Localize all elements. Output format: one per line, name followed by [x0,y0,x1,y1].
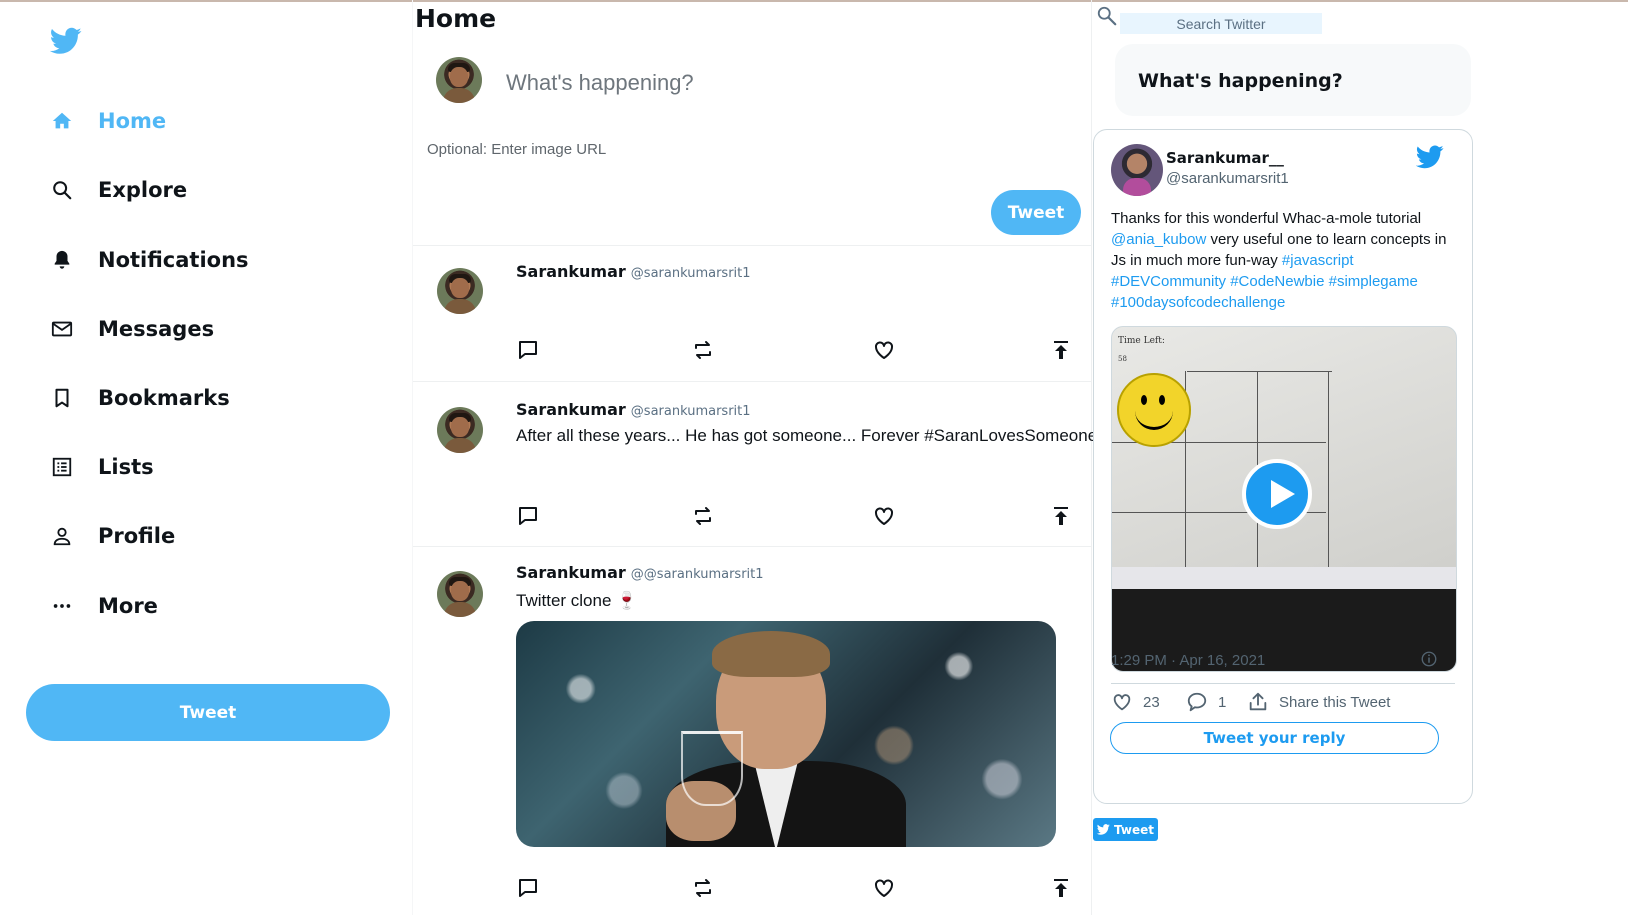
smiley-image [1117,373,1191,447]
sidebar-item-label: Notifications [98,248,249,272]
sidebar-item-label: Bookmarks [98,386,230,410]
tweet-share-button[interactable]: Tweet [1093,818,1158,841]
home-icon [50,109,74,133]
embed-tweet-text: Thanks for this wonderful Whac-a-mole tu… [1111,208,1451,313]
post: Sarankumar @sarankumarsrit1 After all th… [413,381,1097,547]
post-header: Sarankumar @sarankumarsrit1 [516,262,751,281]
embed-video[interactable]: Time Left: 58 [1111,326,1457,672]
feed: Home Tweet Sarankumar @sarankumarsrit1 S… [412,0,1097,915]
mention-link[interactable]: @ania_kubow [1111,231,1206,248]
sidebar-item-label: Messages [98,317,215,341]
search-icon [50,178,74,202]
heart-icon [1113,694,1131,711]
retweet-icon[interactable] [691,504,715,528]
search-icon[interactable] [1096,5,1118,27]
share-icon[interactable] [1049,876,1073,900]
sidebar-item-home[interactable]: Home [50,101,166,141]
post-actions [516,504,1072,528]
embed-author-name[interactable]: Sarankumar__ [1166,149,1284,167]
sidebar-item-messages[interactable]: Messages [50,309,214,349]
play-button[interactable] [1242,459,1312,529]
avatar[interactable] [437,268,483,314]
sidebar-item-label: Profile [98,524,176,548]
page-title: Home [415,4,497,33]
heart-icon[interactable] [872,504,896,528]
share-icon[interactable] [1049,504,1073,528]
post-author-handle[interactable]: @sarankumarsrit1 [631,404,751,419]
sidebar: Home Explore Notifications Messages Book… [0,0,412,915]
right-column: What's happening? Sarankumar__ @sarankum… [1090,0,1628,915]
post-author-handle[interactable]: @@sarankumarsrit1 [631,567,764,582]
sidebar-item-notifications[interactable]: Notifications [50,240,249,280]
sidebar-item-label: Explore [98,178,188,202]
post-author-name[interactable]: Sarankumar [516,400,626,419]
post-actions [516,338,1072,362]
more-icon [50,594,74,618]
sidebar-item-profile[interactable]: Profile [50,516,175,556]
post-header: Sarankumar @@sarankumarsrit1 [516,563,764,582]
sidebar-item-explore[interactable]: Explore [50,170,187,210]
sidebar-tweet-button[interactable]: Tweet [26,684,390,741]
tweet-share-label: Tweet [1114,822,1154,837]
person-icon [50,524,74,548]
avatar[interactable] [436,57,482,103]
like-count: 23 [1143,693,1160,711]
list-icon [50,455,74,479]
post-header: Sarankumar @sarankumarsrit1 [516,400,751,419]
post-text: After all these years... He has got some… [516,426,1098,445]
share-tweet-action[interactable]: Share this Tweet [1247,691,1390,713]
sidebar-item-lists[interactable]: Lists [50,447,154,487]
embed-timestamp[interactable]: 1:29 PM · Apr 16, 2021 [1111,652,1265,669]
share-label: Share this Tweet [1279,693,1391,711]
image-url-input[interactable] [425,136,929,162]
compose-input[interactable] [504,63,1068,103]
sidebar-item-label: More [98,594,158,618]
tweet-your-reply-button[interactable]: Tweet your reply [1110,722,1439,754]
avatar[interactable] [437,571,483,617]
sidebar-item-more[interactable]: More [50,586,158,626]
twitter-bird-icon [1097,824,1110,835]
upload-icon [1249,692,1267,711]
bell-icon [50,248,74,272]
post-author-handle[interactable]: @sarankumarsrit1 [631,266,751,281]
reply-icon[interactable] [516,338,540,362]
heart-icon[interactable] [872,338,896,362]
divider [1111,683,1455,684]
share-icon[interactable] [1049,338,1073,362]
heart-icon[interactable] [872,876,896,900]
reply-count: 1 [1218,693,1227,711]
post-author-name[interactable]: Sarankumar [516,262,626,281]
sidebar-item-label: Home [98,109,167,133]
mail-icon [50,317,74,341]
avatar[interactable] [1111,144,1163,196]
reply-icon[interactable] [516,504,540,528]
post-author-name[interactable]: Sarankumar [516,563,626,582]
post: Sarankumar @sarankumarsrit1 [413,245,1091,382]
sidebar-item-label: Lists [98,455,154,479]
post-actions [516,876,1072,900]
video-time-label: Time Left: [1118,336,1165,346]
embed-text-intro: Thanks for this wonderful Whac-a-mole tu… [1111,210,1422,227]
embedded-tweet: Sarankumar__ @sarankumarsrit1 Thanks for… [1093,129,1473,804]
post-text: Twitter clone 🍷 [516,591,638,610]
twitter-bird-icon[interactable] [1416,145,1444,169]
sidebar-item-bookmarks[interactable]: Bookmarks [50,378,230,418]
embed-author-handle[interactable]: @sarankumarsrit1 [1166,170,1289,187]
comment-icon [1187,692,1207,712]
retweet-icon[interactable] [691,338,715,362]
video-time-value: 58 [1118,355,1127,363]
post-gif-image[interactable] [516,621,1056,847]
whats-happening-panel: What's happening? [1115,44,1471,116]
compose-tweet-button[interactable]: Tweet [991,190,1081,235]
reply-action[interactable]: 1 [1186,691,1226,713]
retweet-icon[interactable] [691,876,715,900]
bookmark-icon [50,386,74,410]
like-action[interactable]: 23 [1111,691,1160,713]
avatar[interactable] [437,407,483,453]
twitter-bird-icon[interactable] [50,27,82,55]
search-input[interactable] [1120,13,1322,34]
reply-icon[interactable] [516,876,540,900]
info-icon[interactable] [1420,650,1438,668]
panel-title: What's happening? [1138,70,1343,92]
